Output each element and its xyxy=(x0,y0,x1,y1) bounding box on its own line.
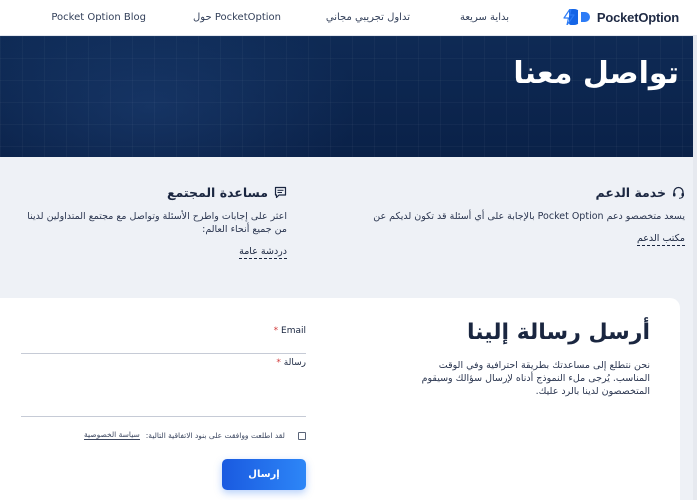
community-card-description: اعثر على إجابات واطرح الأسئلة وتواصل مع … xyxy=(27,211,287,235)
form-title: أرسل رسالة إلينا xyxy=(467,320,650,345)
nav-blog[interactable]: Pocket Option Blog xyxy=(51,12,146,23)
community-card-heading: مساعدة المجتمع xyxy=(17,185,287,200)
nav-free-demo[interactable]: تداول تجريبي مجاني xyxy=(326,12,410,23)
support-card-heading: خدمة الدعم xyxy=(355,185,685,200)
form-description: نحن نتطلع إلى مساعدتك بطريقة احترافية وف… xyxy=(421,360,650,397)
message-field: رسالة * xyxy=(21,358,306,417)
community-card-title: مساعدة المجتمع xyxy=(166,185,268,200)
support-card-description: يسعد متخصصو دعم Pocket Option بالإجابة ع… xyxy=(373,211,685,222)
page-scrollbar[interactable] xyxy=(693,36,697,500)
support-desk-link[interactable]: مكتب الدعم xyxy=(636,233,685,246)
community-card: مساعدة المجتمع اعثر على إجابات واطرح الأ… xyxy=(17,185,287,259)
top-navigation-bar: PocketOption بداية سريعة تداول تجريبي مج… xyxy=(0,0,697,36)
lightning-icon[interactable] xyxy=(563,9,575,25)
nav-quick-start[interactable]: بداية سريعة xyxy=(460,12,509,23)
support-card: خدمة الدعم يسعد متخصصو دعم Pocket Option… xyxy=(355,185,685,246)
send-button[interactable]: إرسال xyxy=(222,459,306,490)
chat-icon xyxy=(274,186,287,199)
page-title: تواصل معنا xyxy=(513,56,679,91)
headset-icon xyxy=(673,186,684,199)
email-field: * Email xyxy=(21,326,306,354)
logo-text: PocketOption xyxy=(596,9,679,25)
pocketoption-logo[interactable]: PocketOption xyxy=(568,9,679,25)
nav-about[interactable]: حول PocketOption xyxy=(193,12,281,23)
privacy-policy-link[interactable]: سياسة الخصوصية xyxy=(84,430,140,440)
public-chat-link[interactable]: دردشة عامة xyxy=(239,246,287,259)
message-label: رسالة * xyxy=(276,358,306,368)
message-textarea[interactable] xyxy=(21,368,306,417)
consent-row: لقد اطلعت ووافقت على بنود الاتفاقية التا… xyxy=(84,430,309,440)
support-section: خدمة الدعم يسعد متخصصو دعم Pocket Option… xyxy=(0,157,697,297)
consent-text: لقد اطلعت ووافقت على بنود الاتفاقية التا… xyxy=(145,430,285,440)
support-card-title: خدمة الدعم xyxy=(595,185,666,200)
consent-checkbox[interactable] xyxy=(298,432,306,440)
email-input[interactable] xyxy=(21,336,306,354)
email-label: * Email xyxy=(273,326,306,336)
hero-banner: تواصل معنا xyxy=(0,36,697,157)
